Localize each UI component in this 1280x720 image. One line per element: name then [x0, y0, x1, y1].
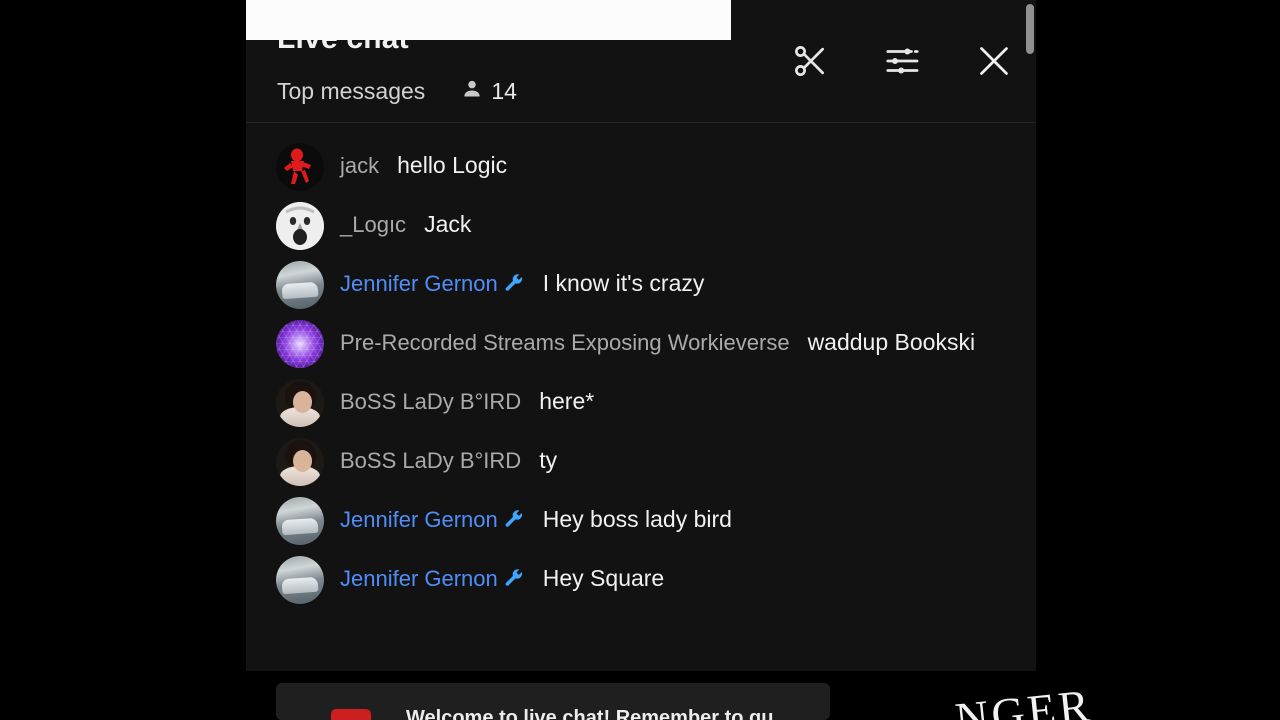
wrench-icon	[504, 507, 525, 538]
avatar[interactable]	[276, 143, 324, 191]
scissors-icon	[791, 42, 829, 83]
message-body: BoSS LaDy B°IRD ty	[340, 437, 557, 476]
chat-message-row[interactable]: Pre-Recorded Streams Exposing Workievers…	[246, 314, 1036, 373]
close-chat-button[interactable]	[970, 38, 1018, 86]
message-author[interactable]: Jennifer Gernon	[340, 566, 498, 591]
youtube-logo-icon	[331, 709, 371, 720]
message-body: Jennifer Gernon I know it's crazy	[340, 260, 704, 302]
chat-settings-button[interactable]	[878, 38, 926, 86]
viewer-count: 14	[491, 78, 517, 104]
message-body: jack hello Logic	[340, 142, 507, 181]
chat-message-list: jack hello Logic _Logıc Jack Jennifer Gernon…	[246, 123, 1036, 609]
message-author[interactable]: Jennifer Gernon	[340, 271, 498, 296]
message-text: Jack	[424, 211, 472, 237]
sliders-icon	[883, 42, 921, 83]
message-text: Hey Square	[542, 565, 665, 591]
chat-subheader: Top messages 14	[277, 78, 517, 105]
chat-message-row[interactable]: _Logıc Jack	[246, 196, 1036, 255]
chat-scrollbar-thumb[interactable]	[1026, 4, 1034, 54]
clip-scissors-button[interactable]	[786, 38, 834, 86]
message-author[interactable]: jack	[340, 153, 379, 178]
close-x-icon	[974, 41, 1014, 84]
message-author[interactable]: BoSS LaDy B°IRD	[340, 448, 521, 473]
message-text: Hey boss lady bird	[542, 506, 732, 532]
chat-header: Live chat Top messages 14	[246, 0, 1036, 123]
message-text: waddup Bookski	[807, 329, 976, 355]
avatar[interactable]	[276, 497, 324, 545]
wrench-icon	[504, 271, 525, 302]
chat-message-row[interactable]: Jennifer Gernon Hey boss lady bird	[246, 491, 1036, 550]
top-messages-selector[interactable]: Top messages	[277, 78, 425, 105]
message-text: here*	[539, 388, 595, 414]
message-author[interactable]: _Logıc	[340, 212, 406, 237]
message-author[interactable]: BoSS LaDy B°IRD	[340, 389, 521, 414]
avatar[interactable]	[276, 379, 324, 427]
avatar-face-detail	[293, 391, 312, 413]
white-overlay-box	[246, 0, 731, 40]
chat-header-actions	[786, 38, 1018, 86]
message-text: I know it's crazy	[542, 270, 705, 296]
chat-message-row[interactable]: Jennifer Gernon I know it's crazy	[246, 255, 1036, 314]
avatar[interactable]	[276, 556, 324, 604]
chat-message-row[interactable]: jack hello Logic	[246, 137, 1036, 196]
message-body: BoSS LaDy B°IRD here*	[340, 378, 594, 417]
chat-message-row[interactable]: BoSS LaDy B°IRD ty	[246, 432, 1036, 491]
message-text: hello Logic	[397, 152, 508, 178]
message-author[interactable]: Pre-Recorded Streams Exposing Workievers…	[340, 330, 790, 355]
chat-welcome-banner: Welcome to live chat! Remember to gu	[276, 683, 830, 720]
banner-text: Welcome to live chat! Remember to gu	[406, 707, 774, 720]
message-author[interactable]: Jennifer Gernon	[340, 507, 498, 532]
viewer-count-group: 14	[461, 78, 517, 105]
message-body: _Logıc Jack	[340, 201, 471, 240]
message-body: Jennifer Gernon Hey boss lady bird	[340, 496, 732, 538]
message-body: Jennifer Gernon Hey Square	[340, 555, 664, 597]
chat-message-row[interactable]: Jennifer Gernon Hey Square	[246, 550, 1036, 609]
avatar[interactable]	[276, 438, 324, 486]
avatar[interactable]	[276, 320, 324, 368]
screen: Live chat Top messages 14	[0, 0, 1280, 720]
avatar[interactable]	[276, 261, 324, 309]
message-text: ty	[539, 447, 558, 473]
avatar-face-detail	[293, 450, 312, 472]
message-body: Pre-Recorded Streams Exposing Workievers…	[340, 319, 975, 358]
avatar[interactable]	[276, 202, 324, 250]
chat-message-row[interactable]: BoSS LaDy B°IRD here*	[246, 373, 1036, 432]
live-chat-panel: Live chat Top messages 14	[246, 0, 1036, 671]
wrench-icon	[504, 566, 525, 597]
person-icon	[461, 78, 483, 105]
